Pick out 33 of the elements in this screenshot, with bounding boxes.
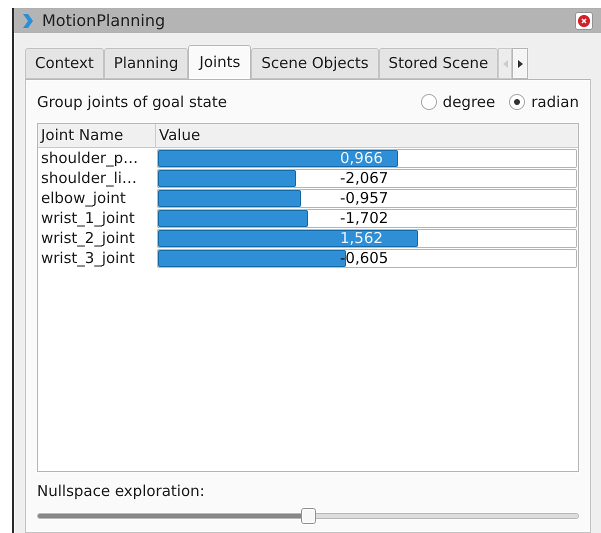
joint-name: wrist_3_joint bbox=[40, 248, 136, 268]
tab[interactable]: Scene Objects bbox=[251, 48, 379, 79]
left-arrow-icon bbox=[502, 60, 508, 68]
joint-name: wrist_2_joint bbox=[40, 228, 136, 248]
joint-value: -2,067 bbox=[340, 170, 388, 186]
column-header: Joint Name bbox=[38, 124, 156, 147]
slider-thumb[interactable] bbox=[301, 508, 316, 524]
joint-name: shoulder_p… bbox=[40, 148, 140, 168]
column-header: Value bbox=[158, 125, 202, 146]
tab[interactable]: Context bbox=[25, 48, 104, 79]
window-title: MotionPlanning bbox=[42, 10, 166, 32]
radio-button[interactable]: degree bbox=[420, 90, 496, 114]
joint-value-bar[interactable]: -0,957 bbox=[157, 188, 577, 208]
tab[interactable]: Joints bbox=[188, 45, 252, 79]
joint-value: 0,966 bbox=[340, 150, 383, 166]
joint-name: shoulder_li… bbox=[40, 168, 138, 188]
slider-label: Nullspace exploration: bbox=[37, 481, 206, 502]
right-arrow-icon bbox=[518, 60, 523, 68]
joint-value-bar[interactable]: -2,067 bbox=[157, 168, 577, 188]
scroll-right-button[interactable] bbox=[512, 48, 528, 79]
slider[interactable] bbox=[37, 506, 579, 524]
joint-value: -1,702 bbox=[340, 210, 388, 226]
joint-value: -0,957 bbox=[340, 190, 388, 206]
section-label: Group joints of goal state bbox=[37, 92, 227, 113]
chevron-icon bbox=[22, 12, 34, 28]
joint-value-bar[interactable]: -1,702 bbox=[157, 208, 577, 228]
joint-name: elbow_joint bbox=[40, 188, 127, 208]
tab[interactable]: Planning bbox=[104, 48, 188, 79]
close-button[interactable] bbox=[575, 12, 593, 30]
radio-button[interactable]: radian bbox=[509, 90, 579, 114]
tab[interactable]: Stored Scene bbox=[378, 48, 498, 79]
joint-name: wrist_1_joint bbox=[40, 208, 136, 228]
joint-value: 1,562 bbox=[340, 230, 383, 246]
